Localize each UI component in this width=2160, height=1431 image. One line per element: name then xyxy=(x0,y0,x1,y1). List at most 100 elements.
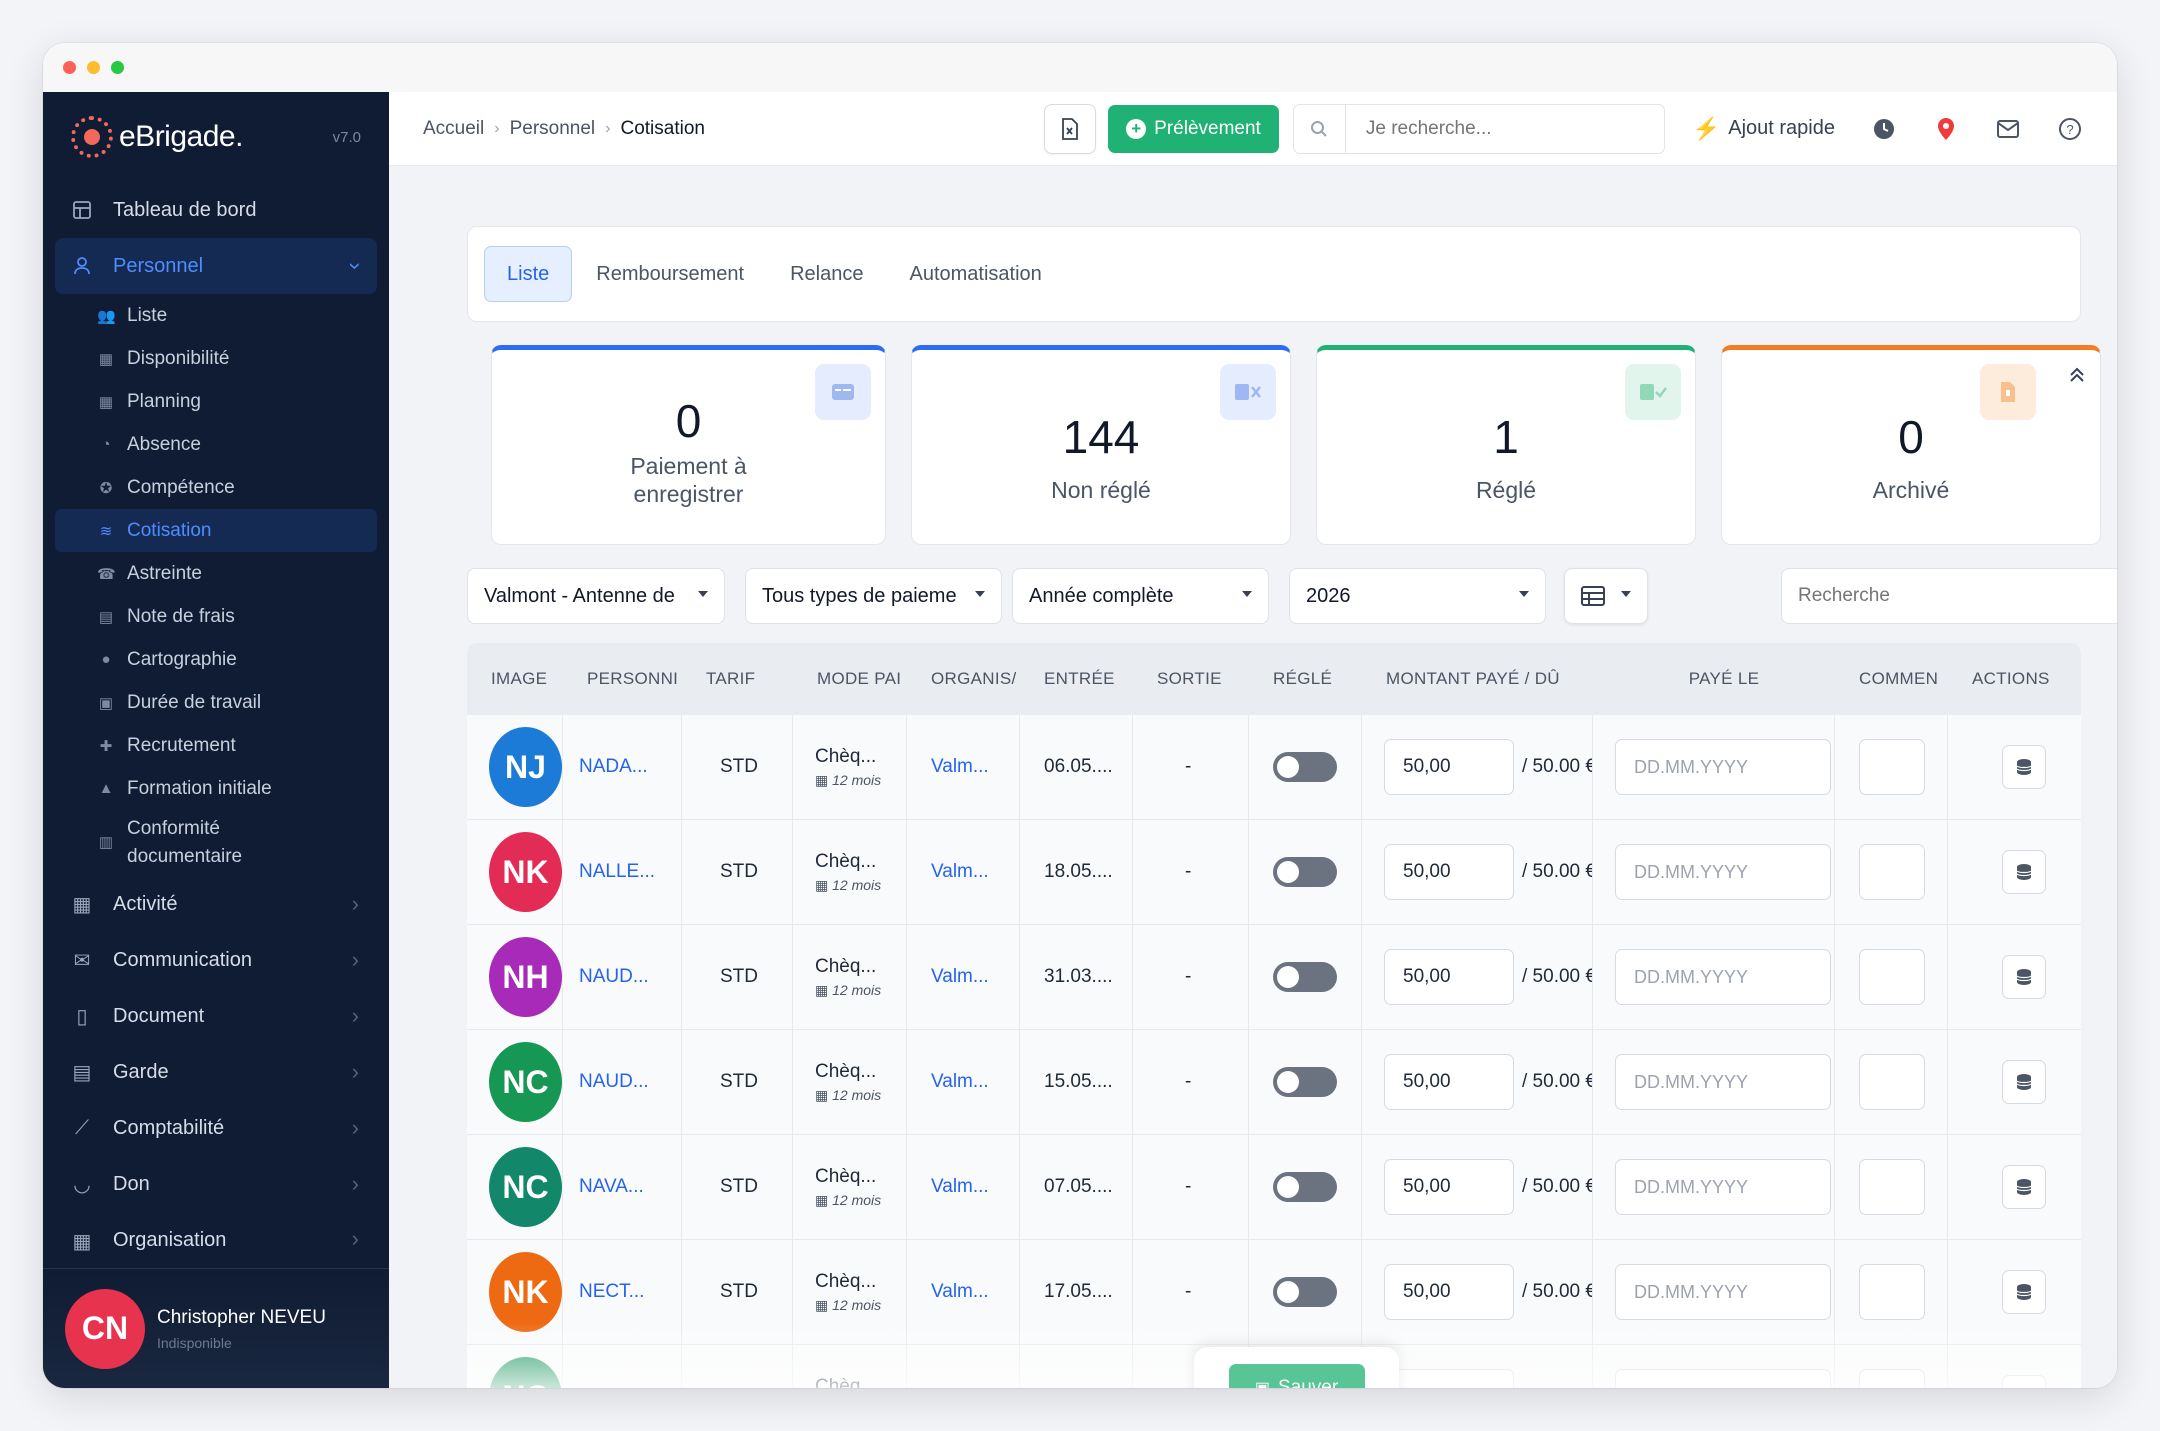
comment-input[interactable] xyxy=(1859,844,1925,900)
column-header[interactable]: ACTIONS xyxy=(1972,643,2081,715)
payment-coins-button[interactable] xyxy=(2002,955,2046,999)
mail-icon[interactable] xyxy=(1995,116,2021,142)
table-row[interactable]: NC NAVA... STD Chèq... ▦ 12 mois Valm... 07.05… xyxy=(467,1135,2081,1240)
paid-date-input[interactable]: DD.MM.YYYY xyxy=(1615,949,1831,1005)
table-row[interactable]: NH NAUD... STD Chèq... ▦ 12 mois Valm... 31.03… xyxy=(467,925,2081,1030)
save-button[interactable]: ▣ Sauver xyxy=(1228,1364,1365,1388)
column-header[interactable]: COMMEN xyxy=(1859,643,1944,715)
current-user[interactable]: CN Christopher NEVEU Indisponible xyxy=(43,1268,389,1388)
sidebar-item-comptabilite[interactable]: ⟋ Comptabilité › xyxy=(55,1100,377,1156)
column-header[interactable]: PERSONNI xyxy=(587,643,678,715)
paid-toggle[interactable] xyxy=(1273,962,1337,992)
avatar[interactable]: NC xyxy=(489,1147,562,1227)
paid-date-input[interactable]: DD.MM.YYYY xyxy=(1615,1054,1831,1110)
sidebar-subitem-note-de-frais[interactable]: ▤ Note de frais xyxy=(55,595,377,638)
collapse-chevron-icon[interactable] xyxy=(2068,364,2086,390)
columns-toggle-button[interactable] xyxy=(1564,568,1648,624)
paid-date-input[interactable]: DD.MM.YYYY xyxy=(1615,1159,1831,1215)
personnel-name-link[interactable]: NECT... xyxy=(579,1281,644,1303)
stat-card-unpaid[interactable]: 144 Non réglé xyxy=(911,345,1291,545)
sidebar-item-personnel[interactable]: Personnel › xyxy=(55,238,377,294)
payment-coins-button[interactable] xyxy=(2002,850,2046,894)
comment-input[interactable] xyxy=(1859,739,1925,795)
section-filter[interactable]: Valmont - Antenne de xyxy=(467,568,725,624)
sidebar-subitem-conformit-documentaire[interactable]: ▥ Conformité documentaire xyxy=(55,810,377,876)
avatar[interactable]: NK xyxy=(489,832,562,912)
comment-input[interactable] xyxy=(1859,1054,1925,1110)
sidebar-subitem-planning[interactable]: ▦ Planning xyxy=(55,380,377,423)
avatar[interactable]: NK xyxy=(489,1252,562,1332)
search-input[interactable] xyxy=(1345,117,1646,140)
table-search-input[interactable] xyxy=(1798,585,2098,607)
personnel-name-link[interactable]: NALLE... xyxy=(579,861,655,883)
organisation-link[interactable]: Valm... xyxy=(931,966,989,988)
organisation-link[interactable]: Valm... xyxy=(931,1176,989,1198)
amount-paid-input[interactable]: 50,00 xyxy=(1384,949,1514,1005)
sidebar-subitem-formation-initiale[interactable]: ▲ Formation initiale xyxy=(55,767,377,810)
history-clock-icon[interactable] xyxy=(1871,116,1897,142)
sidebar-item-dashboard[interactable]: Tableau de bord xyxy=(55,182,377,238)
breadcrumb-home[interactable]: Accueil xyxy=(423,118,484,140)
paid-toggle[interactable] xyxy=(1273,1067,1337,1097)
stat-card-to-record[interactable]: 0 Paiement à enregistrer xyxy=(491,345,886,545)
personnel-name-link[interactable]: NADA... xyxy=(579,756,648,778)
amount-paid-input[interactable]: 50,00 xyxy=(1384,1159,1514,1215)
sidebar-subitem-astreinte[interactable]: ☎ Astreinte xyxy=(55,552,377,595)
global-search[interactable] xyxy=(1292,103,1665,154)
column-header[interactable]: PAYÉ LE xyxy=(1617,643,1831,715)
paid-toggle[interactable] xyxy=(1273,1277,1337,1307)
payment-type-filter[interactable]: Tous types de paieme xyxy=(745,568,1002,624)
paid-toggle[interactable] xyxy=(1273,857,1337,887)
column-header[interactable]: RÉGLÉ xyxy=(1273,643,1358,715)
column-header[interactable]: IMAGE xyxy=(491,643,559,715)
minimize-window-button[interactable] xyxy=(87,61,100,74)
paid-date-input[interactable]: DD.MM.YYYY xyxy=(1615,844,1831,900)
payment-coins-button[interactable] xyxy=(2002,1060,2046,1104)
sidebar-item-organisation[interactable]: ▦ Organisation › xyxy=(55,1212,377,1252)
paid-toggle[interactable] xyxy=(1273,1172,1337,1202)
sidebar-subitem-liste[interactable]: 👥 Liste xyxy=(55,294,377,337)
brand[interactable]: eBrigade. v7.0 xyxy=(43,92,389,182)
paid-toggle[interactable] xyxy=(1273,752,1337,782)
amount-paid-input[interactable]: 50,00 xyxy=(1384,844,1514,900)
tab-remboursement[interactable]: Remboursement xyxy=(574,246,766,302)
sidebar-item-garde[interactable]: ▤ Garde › xyxy=(55,1044,377,1100)
export-excel-button[interactable] xyxy=(1044,103,1097,154)
table-row[interactable]: NJ NADA... STD Chèq... ▦ 12 mois Valm... 06.05… xyxy=(467,715,2081,820)
column-header[interactable]: ORGANIS/ xyxy=(931,643,1016,715)
avatar[interactable]: NJ xyxy=(489,727,562,807)
personnel-name-link[interactable]: NAUD... xyxy=(579,1071,649,1093)
avatar[interactable]: NC xyxy=(489,1042,562,1122)
payment-coins-button[interactable] xyxy=(2002,1270,2046,1314)
breadcrumb-personnel[interactable]: Personnel xyxy=(510,118,596,140)
column-header[interactable]: TARIF xyxy=(706,643,789,715)
amount-paid-input[interactable]: 50,00 xyxy=(1384,1264,1514,1320)
tab-relance[interactable]: Relance xyxy=(768,246,885,302)
column-header[interactable]: SORTIE xyxy=(1157,643,1245,715)
table-search-field[interactable] xyxy=(1781,568,2117,624)
payment-coins-button[interactable] xyxy=(2002,1165,2046,1209)
stat-card-paid[interactable]: 1 Réglé xyxy=(1316,345,1696,545)
map-pin-icon[interactable] xyxy=(1933,116,1959,142)
avatar[interactable]: NH xyxy=(489,937,562,1017)
stat-card-archived[interactable]: 0 Archivé xyxy=(1721,345,2101,545)
table-row[interactable]: NK NALLE... STD Chèq... ▦ 12 mois Valm... 18.0… xyxy=(467,820,2081,925)
tab-automatisation[interactable]: Automatisation xyxy=(887,246,1063,302)
sidebar-subitem-comp-tence[interactable]: ✪ Compétence xyxy=(55,466,377,509)
comment-input[interactable] xyxy=(1859,1264,1925,1320)
tab-liste[interactable]: Liste xyxy=(484,246,573,302)
close-window-button[interactable] xyxy=(63,61,76,74)
quick-add-button[interactable]: ⚡ Ajout rapide xyxy=(1693,116,1835,142)
table-row[interactable]: NC NAUD... STD Chèq... ▦ 12 mois Valm... 15.05… xyxy=(467,1030,2081,1135)
maximize-window-button[interactable] xyxy=(111,61,124,74)
payment-coins-button[interactable] xyxy=(2002,745,2046,789)
organisation-link[interactable]: Valm... xyxy=(931,756,989,778)
personnel-name-link[interactable]: NAUD... xyxy=(579,966,649,988)
year-filter[interactable]: 2026 xyxy=(1289,568,1546,624)
sidebar-subitem-absence[interactable]: ◔ Absence xyxy=(55,423,377,466)
sidebar-subitem-recrutement[interactable]: ✚ Recrutement xyxy=(55,724,377,767)
organisation-link[interactable]: Valm... xyxy=(931,1071,989,1093)
comment-input[interactable] xyxy=(1859,949,1925,1005)
paid-date-input[interactable]: DD.MM.YYYY xyxy=(1615,739,1831,795)
amount-paid-input[interactable]: 50,00 xyxy=(1384,739,1514,795)
